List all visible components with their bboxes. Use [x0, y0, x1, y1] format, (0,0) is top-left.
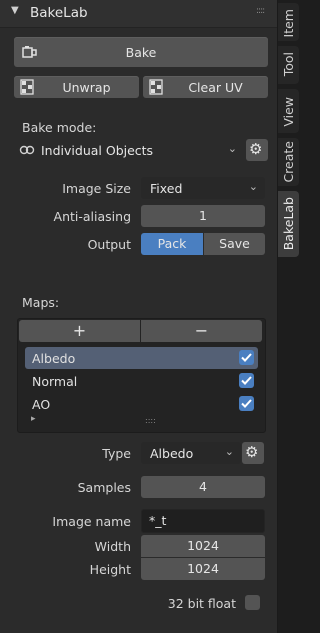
- type-settings-button[interactable]: ⚙: [242, 442, 264, 464]
- tab-bakelab[interactable]: BakeLab: [278, 191, 299, 257]
- panel-header[interactable]: ▼ BakeLab ::::: [0, 0, 277, 28]
- height-field[interactable]: 1024: [141, 558, 265, 580]
- panel-title: BakeLab: [30, 5, 88, 21]
- image-name-value: *_t: [149, 513, 167, 528]
- chevron-down-icon: ⌄: [224, 445, 234, 458]
- map-enabled-checkbox[interactable]: [239, 373, 254, 388]
- samples-field[interactable]: 4: [141, 476, 265, 498]
- map-enabled-checkbox[interactable]: [239, 396, 254, 411]
- expand-arrow-icon[interactable]: ▸: [31, 414, 36, 424]
- clear-uv-button[interactable]: Clear UV: [143, 76, 268, 98]
- image-size-value: Fixed: [150, 181, 183, 196]
- chevron-down-icon: ⌄: [248, 180, 258, 193]
- image-name-label: Image name: [52, 514, 131, 529]
- list-item[interactable]: Normal: [25, 370, 258, 392]
- remove-map-button[interactable]: −: [141, 320, 262, 342]
- type-label: Type: [102, 446, 131, 461]
- bake-button[interactable]: Bake: [14, 37, 268, 67]
- image-name-input[interactable]: *_t: [141, 509, 265, 533]
- collapse-arrow-icon[interactable]: ▼: [11, 5, 19, 16]
- width-field[interactable]: 1024: [141, 535, 265, 557]
- output-pack-button[interactable]: Pack: [141, 233, 203, 255]
- samples-label: Samples: [77, 480, 131, 495]
- map-name: Albedo: [32, 351, 76, 366]
- unwrap-button[interactable]: Unwrap: [14, 76, 139, 98]
- bakelab-panel: ▼ BakeLab :::: Bake Unwrap Clear UV Bake…: [0, 0, 278, 633]
- bake-mode-dropdown[interactable]: Individual Objects ⌄: [36, 139, 244, 161]
- float32-label: 32 bit float: [167, 596, 236, 611]
- link-objects-icon: [19, 142, 35, 161]
- anti-aliasing-label: Anti-aliasing: [53, 209, 131, 224]
- tab-tool[interactable]: Tool: [278, 46, 299, 84]
- drag-grip-icon[interactable]: ::::: [256, 6, 265, 16]
- image-size-label: Image Size: [62, 181, 131, 196]
- type-value: Albedo: [150, 446, 194, 461]
- bake-label: Bake: [125, 45, 157, 60]
- tab-view[interactable]: View: [278, 89, 299, 133]
- image-size-dropdown[interactable]: Fixed ⌄: [141, 177, 265, 199]
- map-name: Normal: [32, 374, 78, 389]
- height-label: Height: [89, 562, 131, 577]
- unwrap-label: Unwrap: [62, 80, 111, 95]
- tab-create[interactable]: Create: [278, 138, 299, 186]
- anti-aliasing-field[interactable]: 1: [141, 205, 265, 227]
- output-label: Output: [87, 237, 131, 252]
- tab-item[interactable]: Item: [278, 3, 299, 41]
- bake-mode-label: Bake mode:: [22, 120, 97, 135]
- map-enabled-checkbox[interactable]: [239, 350, 254, 365]
- list-item[interactable]: AO: [25, 393, 258, 415]
- bake-mode-value: Individual Objects: [41, 143, 154, 158]
- float32-checkbox[interactable]: [245, 595, 260, 610]
- sidebar-tabs: Item Tool View Create BakeLab: [278, 0, 300, 633]
- bake-mode-settings-button[interactable]: ⚙: [246, 139, 268, 161]
- width-label: Width: [94, 539, 131, 554]
- maps-label: Maps:: [22, 295, 60, 310]
- gear-icon: ⚙: [249, 140, 263, 158]
- list-item[interactable]: Albedo: [25, 347, 258, 369]
- output-save-button[interactable]: Save: [204, 233, 265, 255]
- add-map-button[interactable]: +: [19, 320, 140, 342]
- list-resize-grip-icon[interactable]: ::::: [145, 416, 156, 425]
- type-dropdown[interactable]: Albedo ⌄: [141, 442, 241, 464]
- gear-icon: ⚙: [245, 443, 259, 461]
- map-name: AO: [32, 397, 51, 412]
- clear-uv-label: Clear UV: [188, 80, 243, 95]
- chevron-down-icon: ⌄: [227, 142, 237, 155]
